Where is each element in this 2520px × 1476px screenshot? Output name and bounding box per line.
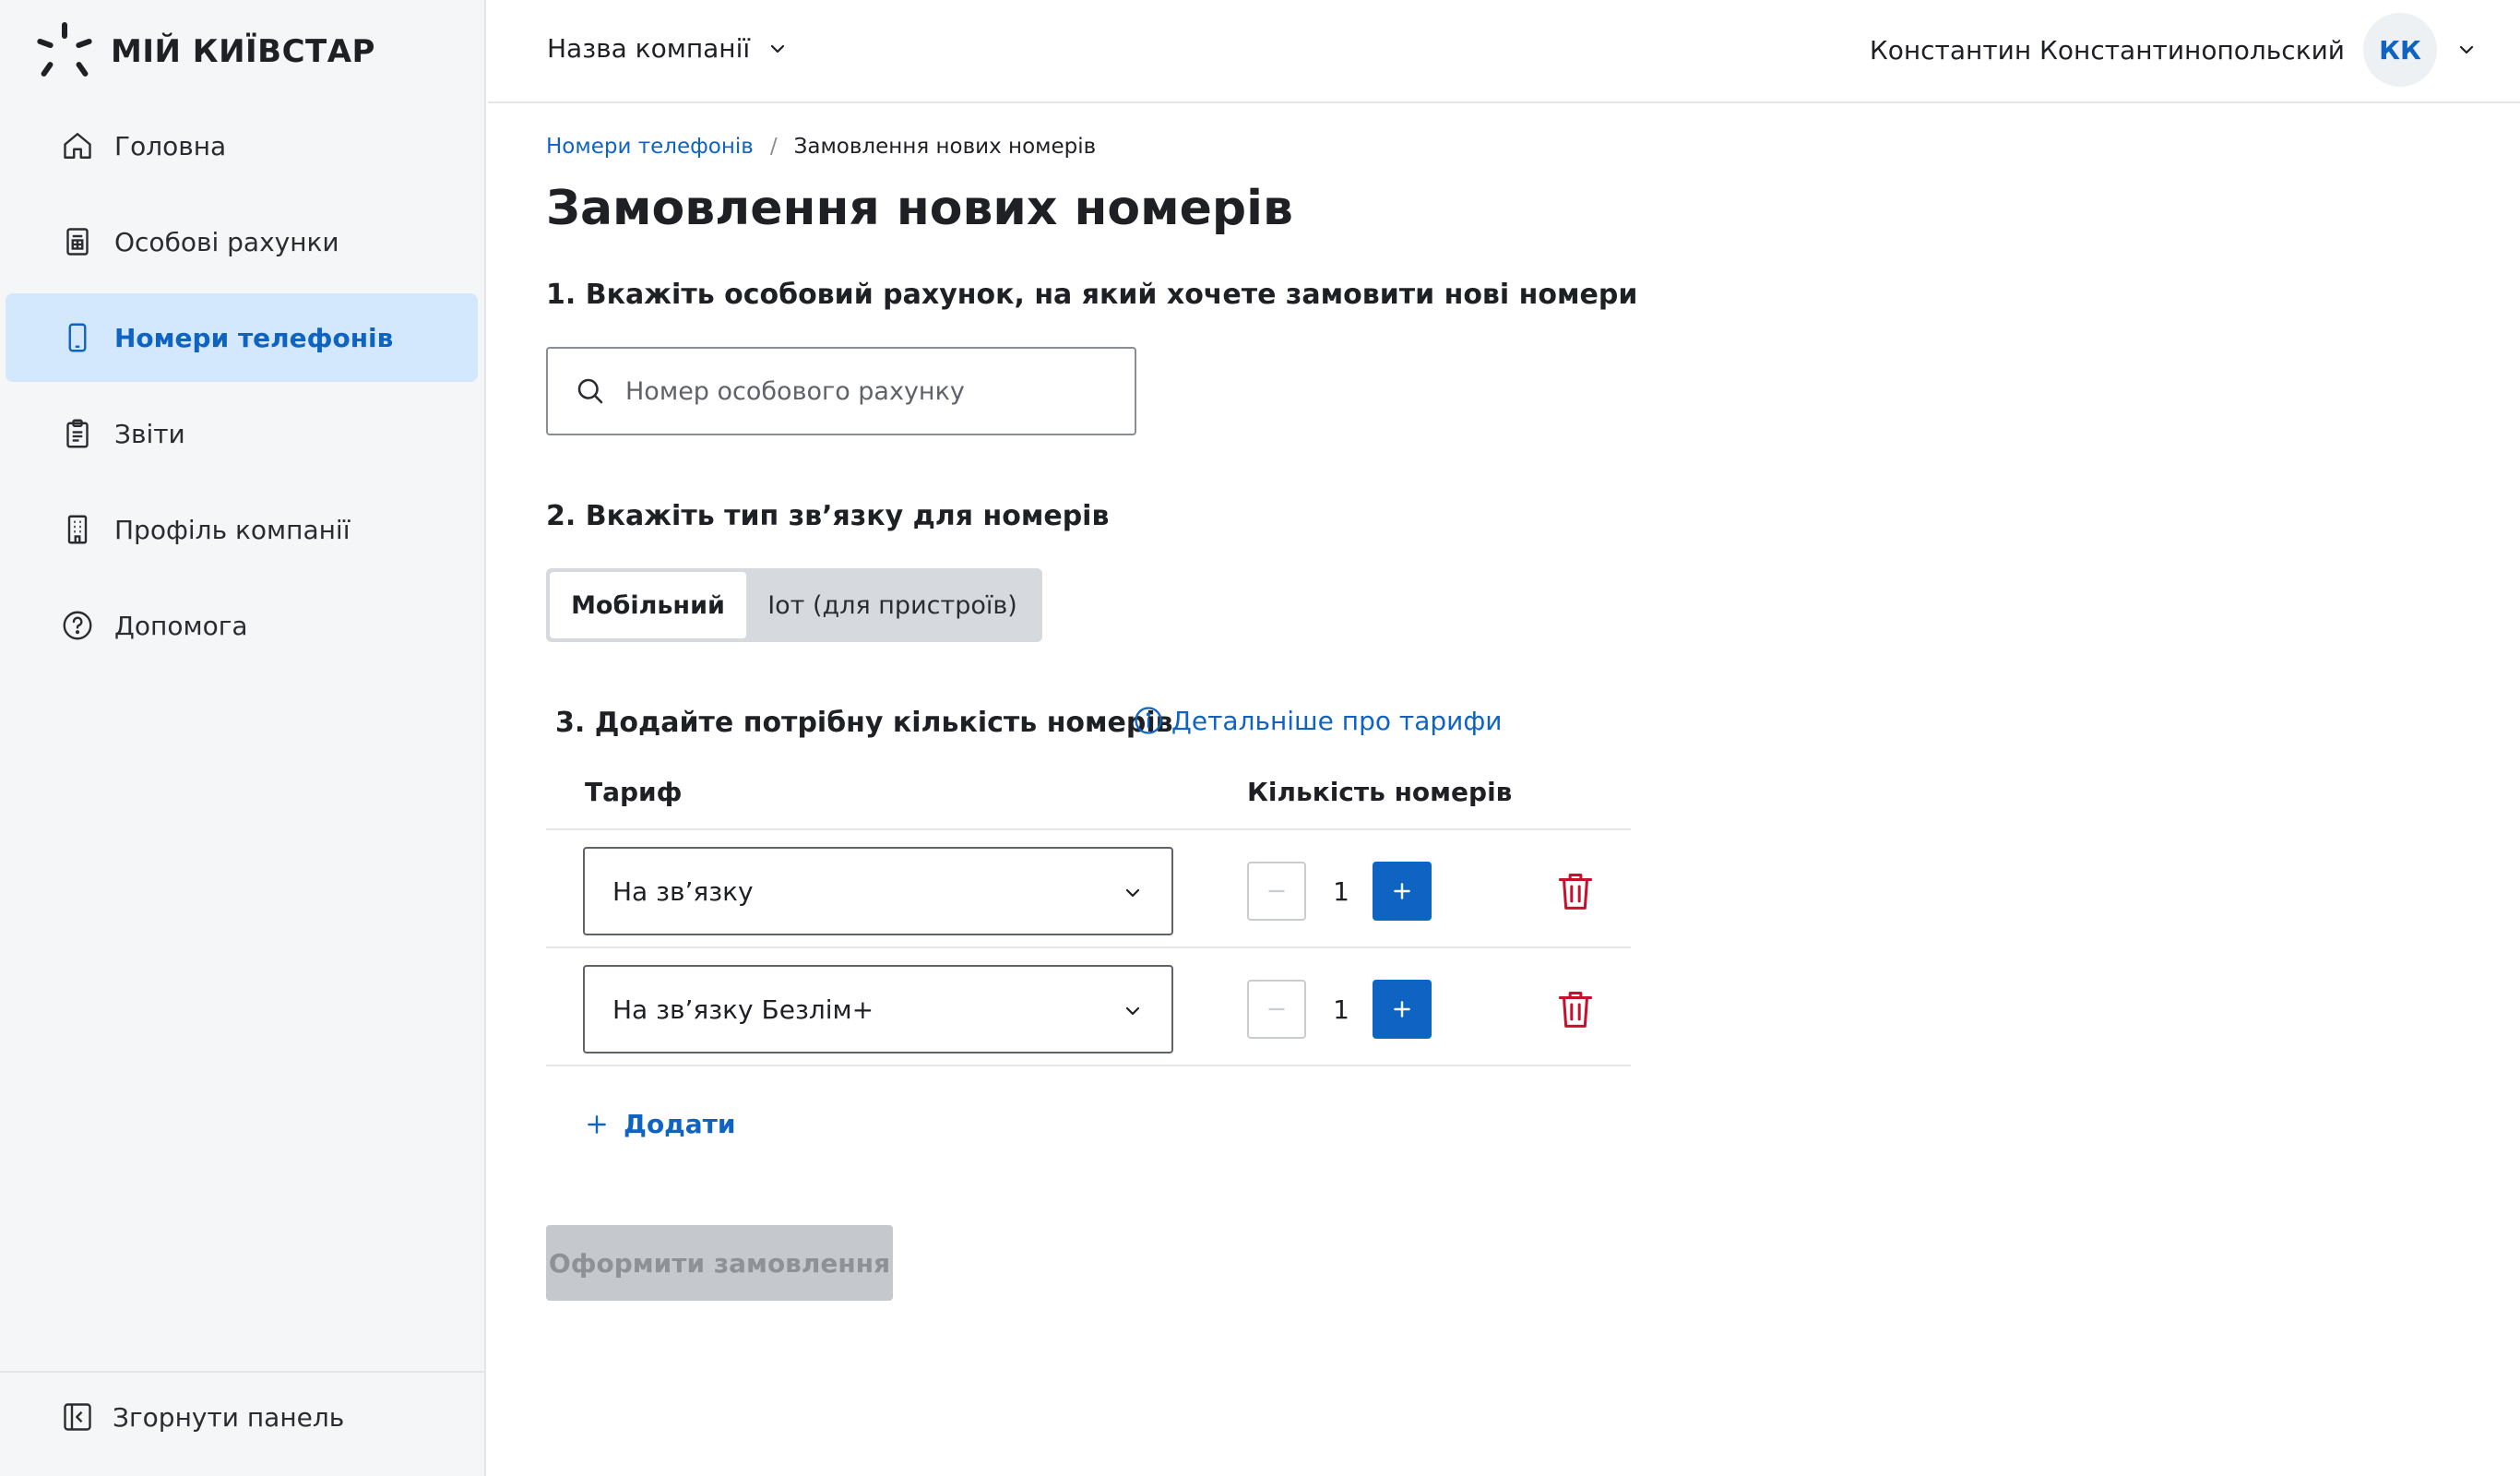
connection-type-toggle: Мобільний Іот (для пристроїв) [546, 568, 1042, 642]
plus-icon [1394, 883, 1410, 899]
add-tariff-label: Додати [624, 1109, 736, 1139]
sidebar-item-phone-numbers[interactable]: Номери телефонів [6, 293, 478, 382]
add-tariff-button[interactable]: Додати [585, 1109, 736, 1139]
sidebar-item-reports[interactable]: Звіти [6, 389, 478, 478]
company-selector[interactable]: Назва компанії [547, 33, 789, 64]
connection-type-iot[interactable]: Іот (для пристроїв) [746, 572, 1039, 638]
sidebar-item-label: Особові рахунки [114, 226, 339, 257]
user-name: Константин Константинопольский [1869, 34, 2345, 65]
company-name: Назва компанії [547, 33, 751, 64]
sidebar-item-accounts[interactable]: Особові рахунки [6, 197, 478, 286]
breadcrumb-current: Замовлення нових номерів [793, 135, 1097, 159]
user-menu[interactable]: Константин Константинопольский КК [1870, 13, 2478, 87]
tariff-select-value: На зв’язку Безлім+ [612, 994, 874, 1025]
table-row: На зв’язку Безлім+ 1 [546, 948, 1631, 1066]
trash-icon [1558, 874, 1593, 910]
submit-order-button[interactable]: Оформити замовлення [546, 1225, 893, 1301]
trash-icon [1558, 992, 1593, 1028]
sidebar-item-label: Звіти [114, 418, 185, 449]
connection-type-mobile[interactable]: Мобільний [550, 572, 746, 638]
quantity-increase-button[interactable] [1373, 980, 1432, 1039]
table-row: На зв’язку 1 [546, 830, 1631, 948]
minus-icon [1268, 889, 1285, 893]
collapse-panel-label: Згорнути панель [113, 1401, 345, 1433]
delete-row-button[interactable] [1555, 869, 1596, 913]
breadcrumb: Номери телефонів / Замовлення нових номе… [546, 135, 1096, 159]
quantity-decrease-button[interactable] [1247, 980, 1306, 1039]
delete-row-button[interactable] [1555, 987, 1596, 1031]
building-icon [67, 515, 88, 544]
page-title: Замовлення нових номерів [546, 181, 1293, 236]
avatar[interactable]: КК [2363, 13, 2437, 87]
clipboard-icon [66, 419, 89, 448]
sidebar-item-help[interactable]: Допомога [6, 581, 478, 670]
help-icon [63, 611, 92, 640]
sidebar-item-label: Головна [114, 130, 227, 161]
sidebar-footer: Згорнути панель [0, 1371, 484, 1476]
account-search-field[interactable] [546, 347, 1136, 435]
document-icon [66, 228, 89, 256]
sidebar-item-label: Допомога [114, 610, 248, 641]
search-icon [577, 378, 603, 404]
sidebar-item-label: Профіль компанії [114, 514, 351, 545]
plus-icon [588, 1114, 606, 1134]
sidebar-nav: Головна Особові рахунки Номери телефонів [6, 101, 478, 677]
collapse-sidebar-icon [64, 1403, 91, 1431]
chevron-down-icon [1125, 1006, 1140, 1016]
logo-text: МІЙ КИЇВСТАР [111, 33, 375, 70]
account-search-input[interactable] [625, 376, 1123, 406]
quantity-increase-button[interactable] [1373, 862, 1432, 921]
sidebar-item-company-profile[interactable]: Профіль компанії [6, 485, 478, 574]
column-header-tariff: Тариф [585, 777, 683, 807]
column-header-quantity: Кількість номерів [1247, 777, 1513, 807]
breadcrumb-separator: / [769, 135, 778, 159]
home-icon [64, 133, 91, 159]
tariff-select[interactable]: На зв’язку Безлім+ [583, 965, 1173, 1053]
avatar-initials: КК [2379, 34, 2421, 65]
step2-title: 2. Вкажіть тип зв’язку для номерів [546, 500, 1110, 532]
sidebar-item-label: Номери телефонів [114, 322, 394, 353]
tariff-select-value: На зв’язку [612, 875, 754, 907]
breadcrumb-link-phone-numbers[interactable]: Номери телефонів [546, 135, 754, 159]
quantity-value[interactable]: 1 [1321, 980, 1361, 1039]
info-icon [1135, 707, 1162, 734]
tariff-details-label: Детальніше про тарифи [1171, 705, 1503, 736]
top-header: Назва компанії Константин Константинопол… [488, 0, 2520, 103]
collapse-panel-button[interactable]: Згорнути панель [61, 1400, 344, 1434]
chevron-down-icon [771, 44, 785, 53]
kyivstar-star-icon [37, 22, 92, 77]
tariff-select[interactable]: На зв’язку [583, 847, 1173, 935]
step3-title: 3. Додайте потрібну кількість номерів [555, 707, 1173, 739]
minus-icon [1268, 1007, 1285, 1011]
chevron-down-icon[interactable] [2455, 39, 2478, 61]
phone-icon [68, 323, 87, 352]
tariff-details-link[interactable]: Детальніше про тарифи [1133, 705, 1503, 736]
plus-icon [1394, 1001, 1410, 1018]
sidebar: МІЙ КИЇВСТАР Головна Особові рахунки Ном… [0, 0, 486, 1476]
chevron-down-icon [1125, 888, 1140, 898]
logo[interactable]: МІЙ КИЇВСТАР [33, 20, 375, 83]
sidebar-item-home[interactable]: Головна [6, 101, 478, 190]
quantity-decrease-button[interactable] [1247, 862, 1306, 921]
step1-title: 1. Вкажіть особовий рахунок, на який хоч… [546, 279, 1638, 311]
quantity-value[interactable]: 1 [1321, 862, 1361, 921]
